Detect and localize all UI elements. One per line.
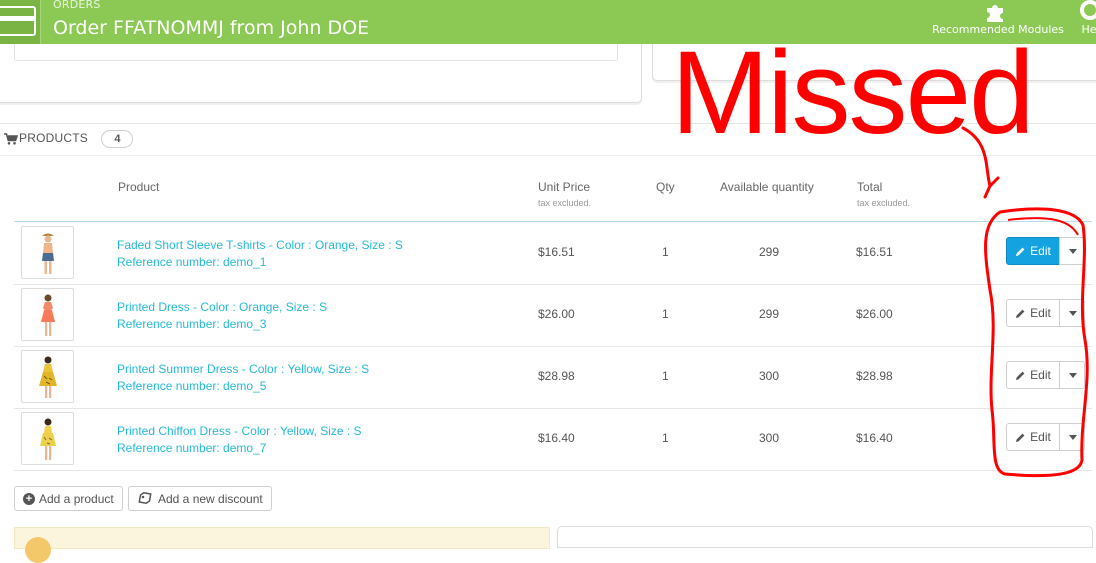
available-quantity-cell: 300 bbox=[759, 369, 780, 383]
product-thumbnail[interactable] bbox=[21, 412, 74, 465]
edit-button[interactable]: Edit bbox=[1006, 237, 1060, 265]
unit-price-cell: $16.40 bbox=[538, 431, 575, 445]
help-label: He bbox=[1081, 23, 1096, 36]
annotation-text: Missed bbox=[671, 27, 1035, 159]
total-cell: $26.00 bbox=[856, 307, 893, 321]
column-unit-price-label: Unit Price bbox=[538, 180, 591, 194]
table-row: Printed Summer Dress - Color : Yellow, S… bbox=[14, 346, 1092, 409]
product-thumbnail[interactable] bbox=[21, 226, 74, 279]
table-row: Printed Chiffon Dress - Color : Yellow, … bbox=[14, 408, 1092, 471]
product-link[interactable]: Printed Dress - Color : Orange, Size : S… bbox=[117, 299, 327, 333]
column-product: Product bbox=[118, 180, 160, 194]
product-name: Printed Summer Dress - Color : Yellow, S… bbox=[117, 362, 370, 376]
product-name: Printed Dress - Color : Orange, Size : S bbox=[117, 300, 328, 314]
available-quantity-cell: 299 bbox=[759, 245, 780, 259]
ticket-icon bbox=[138, 492, 152, 505]
edit-dropdown-toggle[interactable] bbox=[1059, 237, 1085, 265]
product-reference: Reference number: demo_5 bbox=[117, 379, 267, 393]
product-name: Faded Short Sleeve T-shirts - Color : Or… bbox=[117, 238, 403, 252]
add-discount-label: Add a new discount bbox=[158, 491, 263, 506]
column-unit-price: Unit Price tax excluded. bbox=[538, 180, 591, 208]
puzzle-icon bbox=[987, 5, 1003, 22]
unit-price-cell: $26.00 bbox=[538, 307, 575, 321]
breadcrumb[interactable]: ORDERS bbox=[53, 0, 101, 11]
column-total-note: tax excluded. bbox=[857, 198, 911, 208]
table-row: Faded Short Sleeve T-shirts - Color : Or… bbox=[14, 221, 1092, 285]
product-link[interactable]: Faded Short Sleeve T-shirts - Color : Or… bbox=[117, 237, 403, 271]
product-image-icon bbox=[40, 418, 56, 460]
column-total-label: Total bbox=[857, 180, 883, 194]
plus-circle-icon: + bbox=[23, 492, 35, 505]
unit-price-cell: $16.51 bbox=[538, 245, 575, 259]
edit-button-label: Edit bbox=[1030, 430, 1051, 444]
products-count-badge: 4 bbox=[101, 130, 134, 148]
product-link[interactable]: Printed Chiffon Dress - Color : Yellow, … bbox=[117, 423, 362, 457]
warning-panel bbox=[14, 527, 550, 563]
edit-button-label: Edit bbox=[1030, 306, 1051, 320]
column-unit-price-note: tax excluded. bbox=[538, 198, 592, 208]
product-image-icon bbox=[39, 356, 57, 398]
products-heading-label: PRODUCTS bbox=[19, 131, 88, 146]
pencil-icon bbox=[1016, 247, 1025, 256]
page-title: Order FFATNOMMJ from John DOE bbox=[53, 17, 370, 39]
product-link[interactable]: Printed Summer Dress - Color : Yellow, S… bbox=[117, 361, 369, 395]
order-info-panel bbox=[0, 44, 642, 103]
column-qty: Qty bbox=[656, 180, 675, 194]
edit-dropdown-toggle[interactable] bbox=[1059, 299, 1085, 327]
edit-button[interactable]: Edit bbox=[1006, 423, 1060, 451]
column-total: Total tax excluded. bbox=[857, 180, 910, 208]
unit-price-cell: $28.98 bbox=[538, 369, 575, 383]
table-row: Printed Dress - Color : Orange, Size : S… bbox=[14, 284, 1092, 347]
add-product-button[interactable]: + Add a product bbox=[14, 486, 123, 511]
lifebuoy-icon bbox=[1080, 0, 1096, 20]
add-discount-button[interactable]: Add a new discount bbox=[128, 486, 272, 511]
product-reference: Reference number: demo_7 bbox=[117, 441, 267, 455]
qty-cell: 1 bbox=[662, 431, 669, 445]
product-image-icon bbox=[41, 294, 55, 336]
pencil-icon bbox=[1016, 309, 1025, 318]
warning-icon bbox=[25, 537, 51, 563]
product-reference: Reference number: demo_3 bbox=[117, 317, 267, 331]
edit-button[interactable]: Edit bbox=[1006, 361, 1060, 389]
add-product-label: Add a product bbox=[39, 491, 114, 506]
product-reference: Reference number: demo_1 bbox=[117, 255, 267, 269]
qty-cell: 1 bbox=[662, 245, 669, 259]
total-cell: $28.98 bbox=[856, 369, 893, 383]
edit-button-label: Edit bbox=[1030, 368, 1051, 382]
product-image-icon bbox=[42, 233, 54, 274]
product-name: Printed Chiffon Dress - Color : Yellow, … bbox=[117, 424, 362, 438]
qty-cell: 1 bbox=[662, 307, 669, 321]
pencil-icon bbox=[1016, 371, 1025, 380]
total-cell: $16.51 bbox=[856, 245, 893, 259]
totals-panel bbox=[557, 526, 1093, 548]
product-thumbnail[interactable] bbox=[21, 288, 74, 341]
product-thumbnail[interactable] bbox=[21, 350, 74, 403]
pencil-icon bbox=[1016, 433, 1025, 442]
edit-button-label: Edit bbox=[1030, 244, 1051, 258]
column-available-quantity: Available quantity bbox=[720, 180, 814, 194]
available-quantity-cell: 299 bbox=[759, 307, 780, 321]
help-button[interactable]: He bbox=[1074, 0, 1096, 44]
edit-dropdown-toggle[interactable] bbox=[1059, 361, 1085, 389]
shopping-cart-icon bbox=[4, 133, 18, 145]
edit-button[interactable]: Edit bbox=[1006, 299, 1060, 327]
qty-cell: 1 bbox=[662, 369, 669, 383]
total-cell: $16.40 bbox=[856, 431, 893, 445]
edit-dropdown-toggle[interactable] bbox=[1059, 423, 1085, 451]
available-quantity-cell: 300 bbox=[759, 431, 780, 445]
credit-card-icon bbox=[0, 0, 41, 44]
products-heading: PRODUCTS 4 bbox=[4, 130, 134, 150]
